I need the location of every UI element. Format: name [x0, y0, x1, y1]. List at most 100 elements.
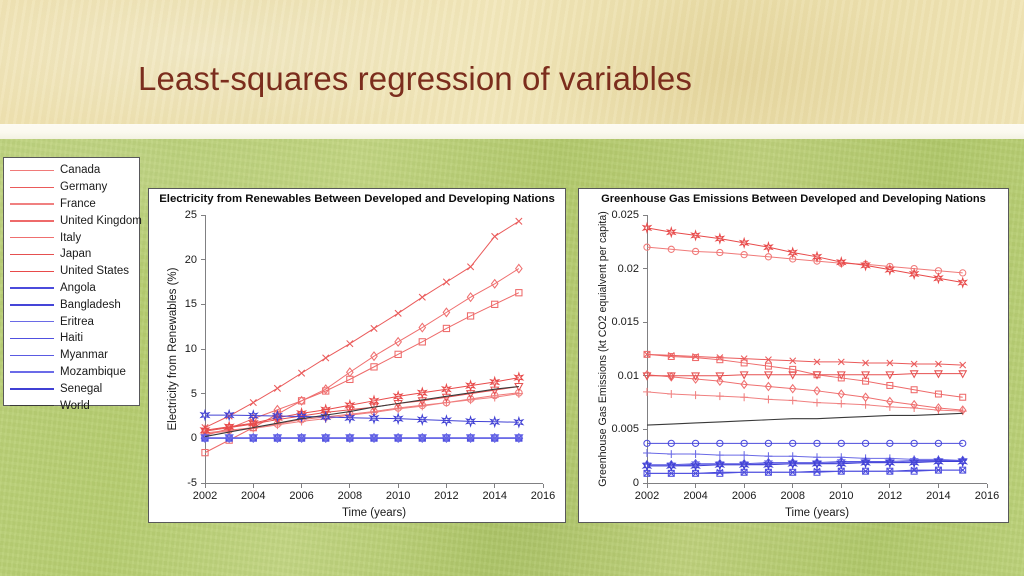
x-tick-mark [937, 484, 940, 488]
data-marker [740, 451, 749, 460]
legend-item-united-states[interactable]: United States [4, 263, 139, 280]
y-tick-label: 0.015 [611, 316, 639, 329]
series-angola [643, 439, 967, 447]
x-axis-line [205, 483, 543, 485]
x-tick-mark [792, 484, 794, 488]
legend-marker-circle-icon [10, 162, 24, 176]
legend-swatch [10, 179, 54, 195]
y-tick-label: 0.02 [617, 262, 639, 275]
legend-item-angola[interactable]: Angola [4, 280, 139, 297]
legend-item-label: Senegal [60, 382, 103, 395]
data-marker [442, 398, 451, 407]
x-tick-mark [349, 484, 351, 488]
series-line [204, 392, 519, 434]
series-layer [641, 221, 969, 477]
legend-item-myanmar[interactable]: Myanmar [4, 347, 139, 364]
y-tick-label: 20 [184, 253, 197, 266]
legend-list: Canada Germany France United Kingdom Italy Ja… [4, 162, 142, 414]
x-tick-label: 2006 [731, 490, 757, 502]
legend-marker-star-icon [10, 381, 24, 395]
series-line [204, 292, 520, 454]
series-mozambique [200, 434, 524, 443]
series-united-kingdom [201, 289, 523, 457]
y-tick-label: 0.01 [617, 369, 639, 382]
legend-item-mozambique[interactable]: Mozambique [4, 364, 139, 381]
legend-item-haiti[interactable]: Haiti [4, 330, 139, 347]
series-line [646, 246, 963, 274]
slide-canvas: Least-squares regression of variables Ca… [0, 0, 1024, 576]
y-tick-label: 0 [190, 432, 197, 445]
legend-swatch [10, 381, 54, 397]
x-tick-mark [204, 484, 206, 488]
legend-swatch [10, 230, 54, 246]
data-marker [643, 448, 651, 457]
x-tick-label: 2016 [974, 490, 1000, 502]
legend-item-united-kingdom[interactable]: United Kingdom [4, 212, 142, 229]
x-tick-mark [301, 484, 303, 488]
data-marker [837, 399, 846, 408]
legend-marker-triangle-icon [10, 246, 24, 260]
legend-swatch [10, 364, 54, 380]
series-canada [643, 243, 967, 277]
data-marker [394, 309, 402, 317]
x-tick-label: 2010 [385, 490, 411, 502]
x-axis-line [647, 483, 987, 485]
x-axis-label: Time (years) [784, 507, 850, 519]
legend-item-france[interactable]: France [4, 196, 139, 213]
x-tick-label: 2010 [829, 490, 854, 502]
legend-item-eritrea[interactable]: Eritrea [4, 313, 139, 330]
legend-swatch [10, 162, 54, 178]
legend-item-bangladesh[interactable]: Bangladesh [4, 296, 139, 313]
legend-item-italy[interactable]: Italy [4, 229, 139, 246]
legend-marker-square-icon [10, 213, 24, 227]
data-marker [418, 293, 426, 301]
legend-swatch [10, 398, 54, 414]
legend-item-label: Haiti [60, 332, 84, 345]
x-tick-label: 2004 [683, 490, 708, 502]
data-marker [740, 393, 749, 402]
data-marker [885, 402, 894, 411]
legend-item-world[interactable]: World [4, 397, 139, 414]
x-tick-label: 2004 [241, 490, 266, 502]
data-marker [370, 324, 378, 333]
series-france [643, 387, 967, 416]
legend-line-icon [10, 405, 54, 407]
chart-title: Electricity from Renewables Between Deve… [159, 193, 555, 205]
data-marker [322, 354, 330, 362]
x-tick-mark [494, 484, 496, 488]
legend-item-senegal[interactable]: Senegal [4, 380, 139, 397]
data-marker [667, 450, 676, 459]
legend-item-japan[interactable]: Japan [4, 246, 139, 263]
y-axis-label: Greenhouse Gas Emissions (kt CO2 equialv… [597, 211, 609, 487]
legend-item-label: Canada [60, 164, 101, 177]
legend-item-germany[interactable]: Germany [4, 179, 139, 196]
legend-item-canada[interactable]: Canada [4, 162, 139, 179]
data-marker [643, 387, 651, 396]
x-tick-label: 2016 [530, 490, 556, 502]
legend-item-label: Eritrea [60, 315, 94, 328]
data-marker [764, 395, 773, 404]
legend-item-label: France [60, 197, 96, 210]
legend-swatch [10, 347, 54, 363]
data-marker [466, 263, 475, 271]
data-marker [491, 232, 499, 241]
legend-marker-square-icon [10, 330, 24, 344]
x-tick-mark [397, 484, 399, 488]
legend-item-label: Myanmar [60, 349, 108, 362]
data-marker [298, 369, 306, 377]
series-united-states [199, 371, 525, 437]
x-tick-label: 2014 [482, 490, 507, 502]
legend-swatch [10, 314, 54, 330]
legend-marker-diamond-icon [10, 347, 24, 361]
data-marker [442, 278, 451, 286]
legend-swatch [10, 330, 54, 346]
legend-item-label: Mozambique [60, 365, 126, 378]
y-tick-label: 0 [632, 477, 639, 489]
x-tick-mark [889, 484, 891, 488]
x-tick-label: 2006 [289, 490, 314, 502]
data-marker [691, 391, 700, 400]
series-united-states [641, 221, 969, 289]
x-tick-label: 2014 [926, 490, 951, 502]
legend-swatch [10, 246, 54, 262]
legend-swatch [10, 263, 54, 279]
